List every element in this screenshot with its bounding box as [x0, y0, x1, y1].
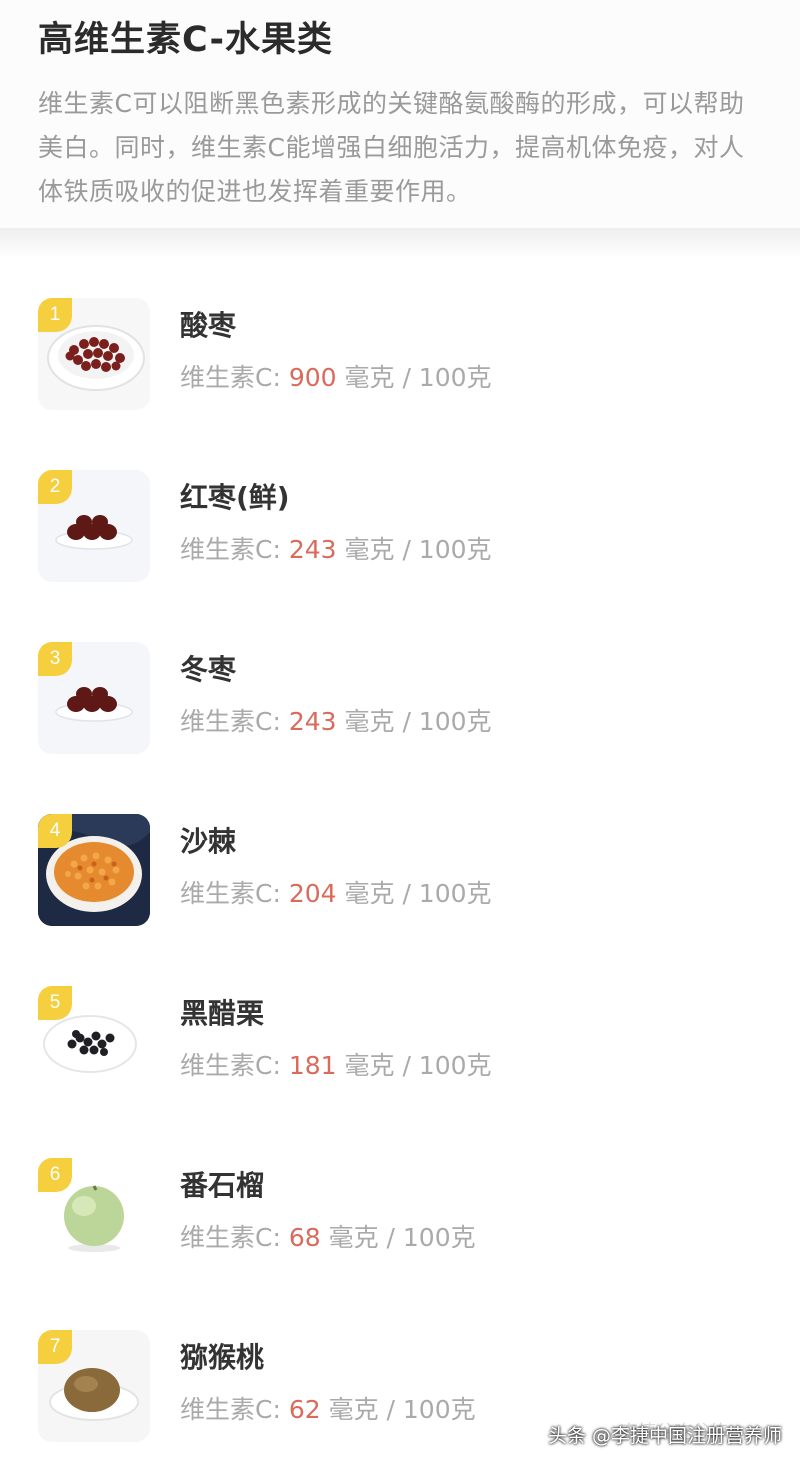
section-divider — [0, 228, 800, 258]
rank-badge: 3 — [38, 642, 72, 676]
list-item[interactable]: 6 番石榴 维生素C: 68 毫克 / 100克 — [0, 1158, 800, 1308]
fruit-name: 酸枣 — [180, 309, 237, 342]
vitamin-c-value: 204 — [288, 879, 337, 908]
nutrient-label: 维生素C: — [180, 879, 289, 908]
vitamin-c-content: 维生素C: 243 毫克 / 100克 — [180, 532, 492, 568]
nutrient-label: 维生素C: — [180, 1395, 289, 1424]
list-item[interactable]: 4 沙棘 维生素C: 204 毫克 / 100克 — [0, 814, 800, 964]
nutrient-label: 维生素C: — [180, 1223, 289, 1252]
fruit-name: 冬枣 — [180, 653, 237, 686]
vitamin-c-content: 维生素C: 62 毫克 / 100克 — [180, 1392, 476, 1428]
rank-badge: 5 — [38, 986, 72, 1020]
rank-badge: 6 — [38, 1158, 72, 1192]
unit-label: 毫克 / 100克 — [320, 1395, 476, 1424]
list-item[interactable]: 1 酸枣 维生素C: 900 毫克 / 100克 — [0, 298, 800, 448]
sour-jujube-plate-icon: 1 — [38, 298, 150, 410]
winter-dates-dish-icon: 3 — [38, 642, 150, 754]
vitamin-c-value: 243 — [288, 535, 337, 564]
nutrient-label: 维生素C: — [180, 1051, 289, 1080]
vitamin-c-value: 62 — [288, 1395, 321, 1424]
nutrient-label: 维生素C: — [180, 707, 289, 736]
kiwi-plate-icon: 7 — [38, 1330, 150, 1442]
blackcurrant-plate-icon: 5 — [38, 986, 150, 1098]
vitamin-c-content: 维生素C: 181 毫克 / 100克 — [180, 1048, 492, 1084]
page-title: 高维生素C-水果类 — [38, 20, 334, 60]
rank-badge: 1 — [38, 298, 72, 332]
guava-icon: 6 — [38, 1158, 150, 1270]
vitamin-c-content: 维生素C: 68 毫克 / 100克 — [180, 1220, 476, 1256]
fruit-name: 沙棘 — [180, 825, 237, 858]
nutrient-label: 维生素C: — [180, 363, 289, 392]
vitamin-c-value: 68 — [288, 1223, 321, 1252]
unit-label: 毫克 / 100克 — [336, 879, 492, 908]
vitamin-c-content: 维生素C: 204 毫克 / 100克 — [180, 876, 492, 912]
unit-label: 毫克 / 100克 — [336, 363, 492, 392]
vitamin-c-content: 维生素C: 900 毫克 / 100克 — [180, 360, 492, 396]
vitamin-c-value: 900 — [288, 363, 337, 392]
rank-badge: 2 — [38, 470, 72, 504]
nutrient-label: 维生素C: — [180, 535, 289, 564]
vitamin-c-value: 181 — [288, 1051, 337, 1080]
vitamin-c-value: 243 — [288, 707, 337, 736]
unit-label: 毫克 / 100克 — [336, 1051, 492, 1080]
sea-buckthorn-bowl-icon: 4 — [38, 814, 150, 926]
unit-label: 毫克 / 100克 — [336, 707, 492, 736]
unit-label: 毫克 / 100克 — [336, 535, 492, 564]
vitamin-c-content: 维生素C: 243 毫克 / 100克 — [180, 704, 492, 740]
fruit-name: 猕猴桃 — [180, 1341, 265, 1374]
list-item[interactable]: 3 冬枣 维生素C: 243 毫克 / 100克 — [0, 642, 800, 792]
watermark: 头条 @李捷中国注册营养师 — [547, 1425, 782, 1447]
vitamin-c-fruit-page: 高维生素C-水果类 维生素C可以阻断黑色素形成的关键酪氨酸酶的形成，可以帮助美白… — [0, 0, 800, 1468]
list-item[interactable]: 2 红枣(鲜) 维生素C: 243 毫克 / 100克 — [0, 470, 800, 620]
rank-badge: 4 — [38, 814, 72, 848]
header-section: 高维生素C-水果类 维生素C可以阻断黑色素形成的关键酪氨酸酶的形成，可以帮助美白… — [0, 0, 800, 228]
fruit-name: 红枣(鲜) — [180, 481, 290, 514]
intro-paragraph: 维生素C可以阻断黑色素形成的关键酪氨酸酶的形成，可以帮助美白。同时，维生素C能增… — [38, 89, 745, 206]
red-dates-dish-icon: 2 — [38, 470, 150, 582]
fruit-name: 黑醋栗 — [180, 997, 265, 1030]
fruit-name: 番石榴 — [180, 1169, 265, 1202]
unit-label: 毫克 / 100克 — [320, 1223, 476, 1252]
list-item[interactable]: 5 黑醋栗 维生素C: 181 毫克 / 100克 — [0, 986, 800, 1136]
rank-badge: 7 — [38, 1330, 72, 1364]
